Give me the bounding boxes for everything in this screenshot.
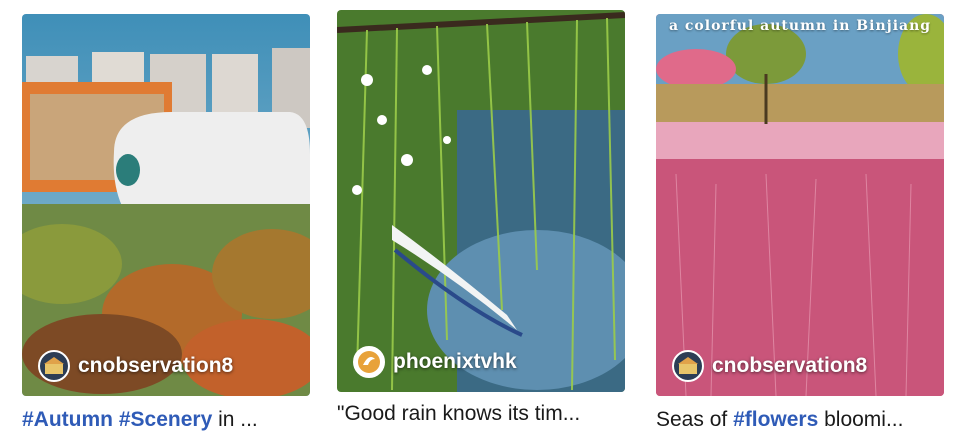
author-row[interactable]: phoenixtvhk xyxy=(353,346,517,378)
video-thumbnail[interactable]: a colorful autumn in Binjiang cnobservat… xyxy=(656,14,944,396)
author-name[interactable]: phoenixtvhk xyxy=(393,350,517,374)
hashtag-flowers[interactable]: #flowers xyxy=(733,408,818,431)
author-row[interactable]: cnobservation8 xyxy=(672,350,867,382)
avatar[interactable] xyxy=(672,350,704,382)
video-overlay-title: a colorful autumn in Binjiang xyxy=(668,18,932,34)
video-thumbnail[interactable]: cnobservation8 xyxy=(22,14,310,396)
author-name[interactable]: cnobservation8 xyxy=(78,354,233,378)
author-name[interactable]: cnobservation8 xyxy=(712,354,867,378)
building-icon xyxy=(678,357,698,374)
video-caption[interactable]: #Autumn #Scenery in ... xyxy=(22,408,310,432)
caption-text: in ... xyxy=(212,408,258,431)
hashtag-scenery[interactable]: #Scenery xyxy=(119,408,212,431)
caption-text: bloomi... xyxy=(818,408,904,431)
thumbnail-image xyxy=(337,10,625,392)
thumbnail-image xyxy=(656,14,944,396)
avatar[interactable] xyxy=(353,346,385,378)
author-row[interactable]: cnobservation8 xyxy=(38,350,233,382)
video-thumbnail[interactable]: phoenixtvhk xyxy=(337,10,625,392)
video-caption[interactable]: "Good rain knows its tim... xyxy=(337,402,625,426)
video-card-good-rain[interactable]: phoenixtvhk "Good rain knows its tim... xyxy=(337,10,625,425)
avatar[interactable] xyxy=(38,350,70,382)
hashtag-autumn[interactable]: #Autumn xyxy=(22,408,113,431)
video-caption[interactable]: Seas of #flowers bloomi... xyxy=(656,408,944,432)
caption-text: Seas of xyxy=(656,408,734,431)
caption-text: "Good rain knows its tim... xyxy=(337,402,581,425)
phoenix-logo-icon xyxy=(358,351,380,373)
video-card-autumn-scenery[interactable]: cnobservation8 #Autumn #Scenery in ... xyxy=(22,14,310,431)
video-card-binjiang-flowers[interactable]: a colorful autumn in Binjiang cnobservat… xyxy=(656,14,944,431)
building-icon xyxy=(44,357,64,374)
thumbnail-image xyxy=(22,14,310,396)
